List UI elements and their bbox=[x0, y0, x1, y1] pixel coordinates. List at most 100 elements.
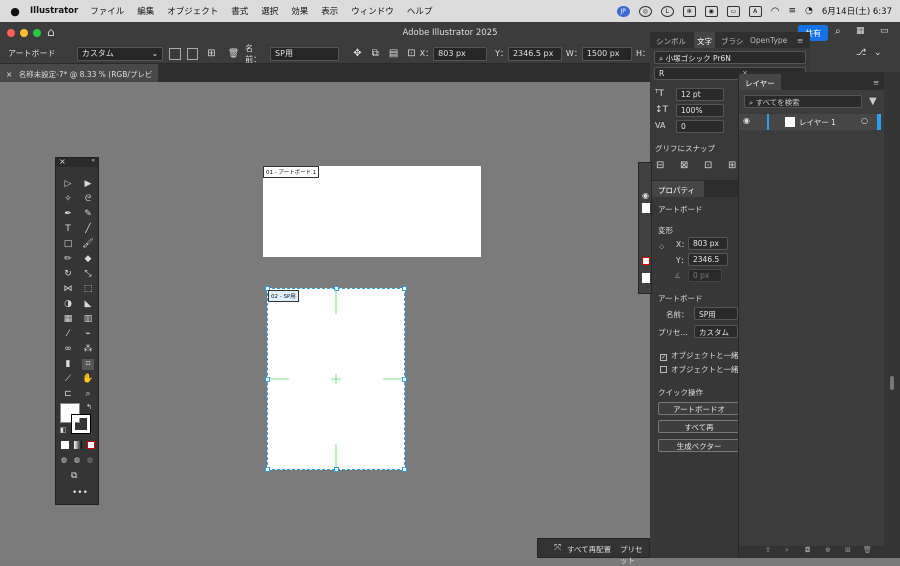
rectangle-tool-icon[interactable]: □ bbox=[62, 239, 74, 250]
snap-proximity-icon[interactable]: ⊞ bbox=[728, 160, 736, 171]
resize-handle[interactable] bbox=[402, 467, 407, 472]
eyedropper-tool-icon[interactable]: ⁄ bbox=[62, 329, 74, 340]
menu-select[interactable]: 選択 bbox=[261, 5, 278, 17]
status-battery-icon[interactable]: ▭ bbox=[726, 5, 740, 17]
draw-inside-icon[interactable]: ◍ bbox=[87, 456, 93, 464]
reference-point-icon[interactable]: ⁘ bbox=[658, 243, 666, 253]
none-swatch-icon[interactable] bbox=[642, 257, 650, 265]
hand-tool-icon[interactable]: ✋ bbox=[82, 374, 94, 385]
tab-properties[interactable]: プロパティ bbox=[652, 181, 704, 197]
menu-type[interactable]: 書式 bbox=[231, 5, 248, 17]
control-center-icon[interactable]: ≡ bbox=[788, 6, 796, 16]
rearrange-icon[interactable]: ⤧ bbox=[554, 543, 561, 553]
align-icon[interactable]: ⊡ bbox=[407, 48, 415, 59]
screen-mode-icon[interactable]: ⧉ bbox=[71, 471, 77, 481]
arrange-documents-icon[interactable]: ▦ bbox=[856, 26, 865, 36]
status-chatgpt-icon[interactable]: ✻ bbox=[682, 5, 696, 17]
artboard-1-label[interactable]: 01 - アートボード 1 bbox=[263, 166, 320, 178]
artboard-1[interactable] bbox=[263, 166, 481, 257]
collapse-panel-icon[interactable]: « bbox=[91, 157, 95, 164]
layer-row[interactable]: ◉ レイヤー 1 ○ bbox=[739, 114, 881, 130]
lasso-tool-icon[interactable]: ᘓ bbox=[82, 194, 94, 205]
artboard-name-input[interactable]: SP用 bbox=[270, 46, 340, 61]
paintbrush-tool-icon[interactable]: 🖌 bbox=[82, 239, 94, 250]
snap-xheight-icon[interactable]: ⊠ bbox=[680, 160, 688, 171]
draw-normal-icon[interactable]: ◍ bbox=[61, 456, 67, 464]
type-tool-icon[interactable]: T bbox=[62, 224, 74, 235]
w-input[interactable]: 1500 px bbox=[581, 46, 632, 61]
swatch-panel-icon[interactable] bbox=[642, 273, 650, 283]
y-input[interactable]: 2346.5 bbox=[688, 253, 728, 266]
close-panel-icon[interactable]: × bbox=[59, 157, 66, 166]
tab-character[interactable]: 文字 bbox=[694, 32, 715, 48]
mesh-tool-icon[interactable]: ▦ bbox=[62, 314, 74, 325]
resize-handle[interactable] bbox=[265, 467, 270, 472]
visibility-eye-icon[interactable]: ◉ bbox=[743, 116, 750, 125]
input-source-icon[interactable]: A bbox=[748, 5, 762, 17]
eraser-tool-icon[interactable]: ◆ bbox=[82, 254, 94, 265]
y-input[interactable]: 2346.5 px bbox=[507, 46, 562, 61]
line-tool-icon[interactable]: ╱ bbox=[82, 224, 94, 235]
swap-colors-icon[interactable]: ↰ bbox=[86, 403, 92, 411]
layer-name[interactable]: レイヤー 1 bbox=[799, 117, 836, 128]
zoom-tool-icon[interactable]: ⌕ bbox=[82, 389, 94, 400]
tab-brushes[interactable]: ブラシ bbox=[721, 32, 743, 48]
arrange-icon[interactable]: ⎇ bbox=[856, 48, 866, 58]
pen-tool-icon[interactable]: ✒ bbox=[62, 209, 74, 220]
panel-menu-icon[interactable]: ≡ bbox=[797, 32, 803, 48]
delete-layer-icon[interactable]: 🗑 bbox=[863, 546, 872, 554]
shape-builder-tool-icon[interactable]: ◑ bbox=[62, 299, 74, 310]
print-tiling-tool-icon[interactable]: ⊏ bbox=[62, 389, 74, 400]
scale-tool-icon[interactable]: ⤡ bbox=[82, 269, 94, 280]
status-eye-icon[interactable]: ◉ bbox=[704, 5, 718, 17]
gradient-tool-icon[interactable]: ▥ bbox=[82, 314, 94, 325]
free-transform-tool-icon[interactable]: ⬚ bbox=[82, 284, 94, 295]
curvature-tool-icon[interactable]: ✎ bbox=[82, 209, 94, 220]
resize-handle[interactable] bbox=[334, 467, 339, 472]
panel-icon[interactable]: ◉ bbox=[642, 191, 649, 200]
checkbox-unchecked[interactable] bbox=[660, 366, 667, 373]
vertical-scale-input[interactable]: 100% bbox=[676, 104, 724, 117]
artboard-options-icon[interactable]: ⧉ bbox=[372, 48, 379, 59]
symbol-sprayer-tool-icon[interactable]: ⁂ bbox=[82, 344, 94, 355]
magic-wand-tool-icon[interactable]: ✧ bbox=[62, 194, 74, 205]
filter-icon[interactable]: ▼ bbox=[869, 96, 877, 107]
menubar-clock[interactable]: 6月14日(土) 6:37 bbox=[822, 5, 892, 17]
layer-search-input[interactable]: ⌕ すべてを検索 bbox=[744, 95, 862, 108]
gradient-mode-icon[interactable] bbox=[74, 441, 82, 449]
width-tool-icon[interactable]: ⋈ bbox=[62, 284, 74, 295]
snap-glyph-bounds-icon[interactable]: ⊡ bbox=[704, 160, 712, 171]
rearrange-all-button[interactable]: すべて再 bbox=[658, 420, 740, 433]
new-layer-icon[interactable]: ⊞ bbox=[845, 546, 851, 554]
landscape-icon[interactable] bbox=[186, 47, 199, 60]
export-icon[interactable]: ⇪ bbox=[765, 546, 771, 554]
font-size-input[interactable]: 12 pt bbox=[676, 88, 724, 101]
menu-view[interactable]: 表示 bbox=[321, 5, 338, 17]
stroke-swatch[interactable] bbox=[71, 414, 91, 434]
close-tab-icon[interactable]: × bbox=[6, 70, 12, 79]
status-app-icon[interactable]: JP bbox=[616, 5, 630, 17]
status-cc-icon[interactable]: ◎ bbox=[638, 5, 652, 17]
artboard-2-label[interactable]: 02 - SP用 bbox=[268, 290, 299, 302]
delete-artboard-icon[interactable]: 🗑 bbox=[228, 49, 239, 59]
wifi-icon[interactable]: ◠ bbox=[771, 6, 780, 17]
artboard-tool-icon[interactable]: ⌗ bbox=[82, 359, 94, 370]
column-graph-tool-icon[interactable]: ▮ bbox=[62, 359, 74, 370]
chevron-down-icon[interactable]: ⌄ bbox=[874, 48, 882, 58]
menu-window[interactable]: ウィンドウ bbox=[351, 5, 394, 17]
menu-edit[interactable]: 編集 bbox=[137, 5, 154, 17]
resize-handle[interactable] bbox=[265, 377, 270, 382]
reference-point-icon[interactable]: ▤ bbox=[389, 48, 398, 59]
rotate-input[interactable]: 0 px bbox=[688, 269, 722, 282]
move-with-artboard-icon[interactable]: ✥ bbox=[353, 48, 361, 59]
sublayer-icon[interactable]: ⊕ bbox=[825, 546, 831, 554]
panel-menu-icon[interactable]: ≡ bbox=[873, 74, 879, 90]
move-with-artboard-checkbox[interactable]: ✓ オブジェクトと一緒 bbox=[660, 350, 739, 361]
none-mode-icon[interactable] bbox=[87, 441, 95, 449]
tab-symbols[interactable]: シンボル bbox=[656, 32, 686, 48]
workspace-icon[interactable]: ▭ bbox=[880, 26, 889, 36]
apple-menu-icon[interactable]: ● bbox=[0, 5, 30, 18]
generate-vectors-button[interactable]: 生成ベクター bbox=[658, 439, 740, 452]
app-menu[interactable]: Illustrator bbox=[30, 6, 78, 16]
document-tab[interactable]: × 名称未設定-7* @ 8.33 % (RGB/プレビュー) bbox=[0, 64, 158, 90]
